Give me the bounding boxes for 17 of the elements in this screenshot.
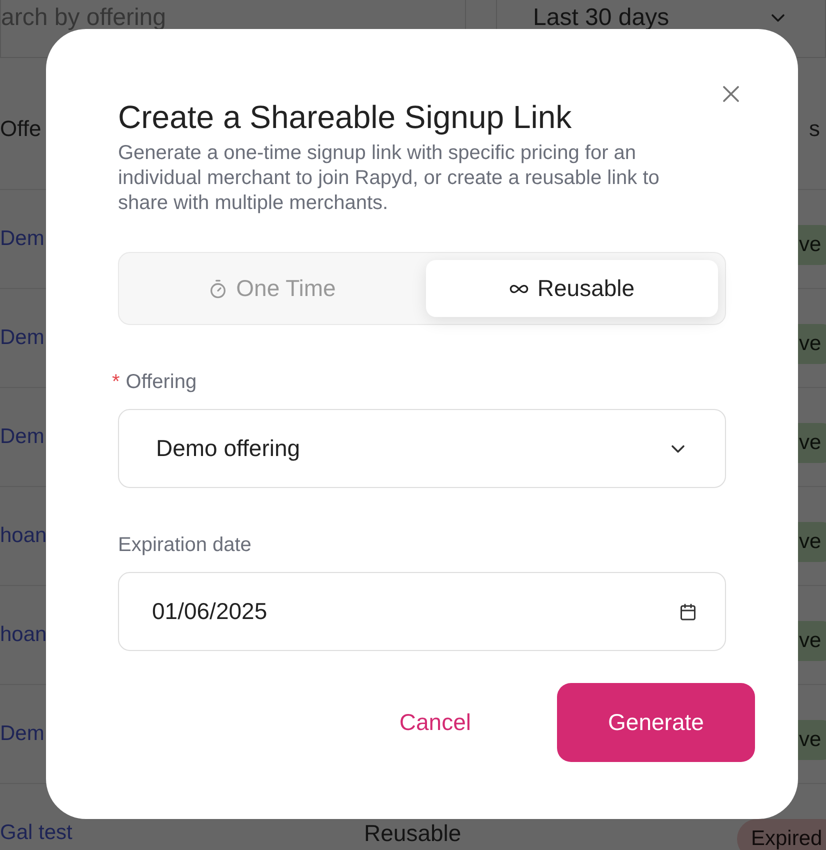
required-asterisk: * (112, 370, 120, 395)
generate-button[interactable]: Generate (557, 683, 755, 762)
field-label: Expiration date (118, 533, 252, 558)
date-input[interactable]: 01/06/2025 (118, 572, 726, 651)
link-type-tab[interactable]: Reusable (426, 260, 718, 317)
table-cell-text: Reusable (364, 818, 462, 848)
column-header: Offe (0, 115, 42, 143)
status-badge: Expired (737, 819, 826, 850)
cancel-button[interactable]: Cancel (399, 705, 471, 740)
dialog-description: Generate a one-time signup link with specific pricing for an individual merchant to join Rapyd, or create a reusable link to share with multiple merchants. (118, 141, 660, 216)
column-header: s (809, 115, 820, 143)
link-type-tab[interactable]: One Time (126, 260, 418, 317)
stopwatch-icon (208, 278, 228, 298)
offering-select[interactable]: Demo offering (118, 409, 726, 488)
calendar-icon[interactable] (679, 602, 697, 620)
dialog-title: Create a Shareable Signup Link (118, 98, 573, 137)
field-label: Offering (126, 370, 197, 395)
